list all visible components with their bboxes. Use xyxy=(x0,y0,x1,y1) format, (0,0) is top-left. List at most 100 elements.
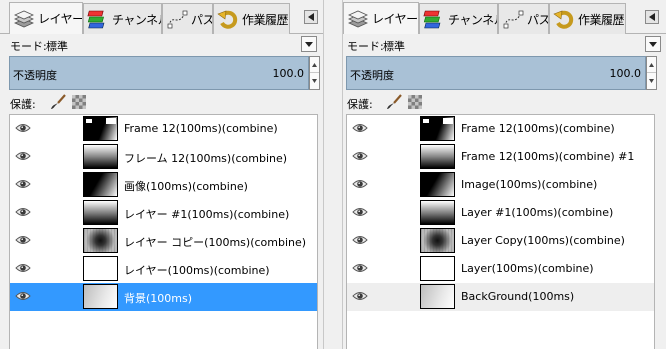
layer-thumbnail xyxy=(420,200,455,225)
eye-icon[interactable] xyxy=(15,262,31,274)
tab-label: レイヤー xyxy=(38,12,83,26)
chevron-down-icon xyxy=(649,41,657,47)
layer-row[interactable]: Layer Copy(100ms)(combine) xyxy=(347,227,654,255)
layer-row[interactable]: Frame 12(100ms)(combine) xyxy=(10,115,317,143)
arrow-up-icon xyxy=(312,62,317,67)
tab-label: チャンネル xyxy=(112,12,161,27)
eye-icon[interactable] xyxy=(15,206,31,218)
layer-list[interactable]: Frame 12(100ms)(combine) フレーム 12(100ms)(c… xyxy=(9,114,318,349)
tab-channels[interactable]: チャンネル xyxy=(419,3,498,34)
layer-thumbnail xyxy=(83,200,118,225)
layer-thumbnail xyxy=(83,116,118,141)
layer-row[interactable]: Layer #1(100ms)(combine) xyxy=(347,199,654,227)
layer-row[interactable]: 背景(100ms) xyxy=(10,283,317,311)
mode-select[interactable]: 標準 xyxy=(383,38,405,54)
tab-undo-history[interactable]: 作業履歴 xyxy=(213,3,290,34)
eye-icon[interactable] xyxy=(352,262,368,274)
eye-icon[interactable] xyxy=(352,150,368,162)
arrow-down-icon xyxy=(649,79,654,83)
tab-layers[interactable]: レイヤー xyxy=(343,2,419,34)
eye-icon[interactable] xyxy=(352,122,368,134)
layer-thumbnail xyxy=(420,144,455,169)
eye-icon[interactable] xyxy=(15,150,31,162)
opacity-slider[interactable]: 不透明度 100.0 xyxy=(346,56,646,90)
layer-name: Frame 12(100ms)(combine) xyxy=(124,122,278,135)
layers-icon xyxy=(348,10,368,27)
layer-thumbnail xyxy=(420,256,455,281)
layer-name: Layer #1(100ms)(combine) xyxy=(461,206,614,219)
layer-row[interactable]: フレーム 12(100ms)(combine) xyxy=(10,143,317,171)
chevron-down-icon xyxy=(305,41,313,47)
lock-alpha-checker-icon[interactable] xyxy=(408,95,422,109)
layer-row[interactable]: Image(100ms)(combine) xyxy=(347,171,654,199)
eye-icon[interactable] xyxy=(15,122,31,134)
triangle-left-icon xyxy=(308,13,314,21)
opacity-value: 100.0 xyxy=(609,67,642,80)
eye-icon[interactable] xyxy=(352,178,368,190)
layer-name: Layer Copy(100ms)(combine) xyxy=(461,234,625,247)
triangle-left-icon xyxy=(649,13,655,21)
tab-label: パス xyxy=(527,12,549,27)
dock-tab-bar: レイヤー チャンネル パス 作業履歴 xyxy=(343,0,666,34)
paths-icon xyxy=(167,10,188,29)
spin-up-button[interactable] xyxy=(310,57,319,73)
tab-label: レイヤー xyxy=(372,12,418,26)
tab-layers[interactable]: レイヤー xyxy=(9,2,83,34)
eye-icon[interactable] xyxy=(15,178,31,190)
layer-row[interactable]: Frame 12(100ms)(combine) #1 xyxy=(347,143,654,171)
mode-label: モード: xyxy=(10,40,47,53)
opacity-spinner[interactable] xyxy=(646,56,657,90)
layer-name: Image(100ms)(combine) xyxy=(461,178,598,191)
spin-down-button[interactable] xyxy=(310,73,319,89)
dock-tab-bar: レイヤー チャンネル パス 作業履歴 xyxy=(0,0,323,34)
layer-row[interactable]: レイヤー コピー(100ms)(combine) xyxy=(10,227,317,255)
dock-menu-button[interactable] xyxy=(645,10,659,24)
opacity-label: 不透明度 xyxy=(13,69,57,82)
spin-down-button[interactable] xyxy=(647,73,656,89)
eye-icon[interactable] xyxy=(15,234,31,246)
eye-icon[interactable] xyxy=(352,234,368,246)
tab-label: チャンネル xyxy=(448,12,497,27)
lock-pixels-brush-icon[interactable] xyxy=(50,94,68,110)
lock-alpha-checker-icon[interactable] xyxy=(72,95,86,109)
layer-thumbnail xyxy=(420,116,455,141)
dock-separator[interactable] xyxy=(323,0,343,349)
opacity-spinner[interactable] xyxy=(309,56,320,90)
opacity-value: 100.0 xyxy=(272,67,305,80)
layer-name: BackGround(100ms) xyxy=(461,290,575,303)
layer-row[interactable]: 画像(100ms)(combine) xyxy=(10,171,317,199)
undo-history-icon xyxy=(217,10,238,29)
tab-undo-history[interactable]: 作業履歴 xyxy=(549,3,626,34)
eye-icon[interactable] xyxy=(352,290,368,302)
layer-name: Frame 12(100ms)(combine) #1 xyxy=(461,150,635,163)
channels-icon xyxy=(423,10,441,29)
eye-icon[interactable] xyxy=(352,206,368,218)
layer-name: レイヤー(100ms)(combine) xyxy=(124,264,270,277)
layer-name: レイヤー コピー(100ms)(combine) xyxy=(124,236,307,249)
mode-dropdown-button[interactable] xyxy=(301,36,317,52)
layer-row[interactable]: Layer(100ms)(combine) xyxy=(347,255,654,283)
layer-row[interactable]: レイヤー #1(100ms)(combine) xyxy=(10,199,317,227)
protect-label: 保護: xyxy=(10,98,36,111)
layer-name: 画像(100ms)(combine) xyxy=(124,180,248,193)
layer-list[interactable]: Frame 12(100ms)(combine) Frame 12(100ms)(… xyxy=(346,114,655,349)
layer-thumbnail xyxy=(83,284,118,309)
layer-thumbnail xyxy=(83,172,118,197)
layer-row[interactable]: レイヤー(100ms)(combine) xyxy=(10,255,317,283)
mode-dropdown-button[interactable] xyxy=(645,36,661,52)
layer-thumbnail xyxy=(420,172,455,197)
eye-icon[interactable] xyxy=(15,290,31,302)
dock-menu-button[interactable] xyxy=(304,10,318,24)
spin-up-button[interactable] xyxy=(647,57,656,73)
tab-channels[interactable]: チャンネル xyxy=(83,3,162,34)
lock-pixels-brush-icon[interactable] xyxy=(386,94,404,110)
layer-thumbnail xyxy=(83,228,118,253)
layer-row[interactable]: Frame 12(100ms)(combine) xyxy=(347,115,654,143)
tab-paths[interactable]: パス xyxy=(162,3,213,34)
tab-paths[interactable]: パス xyxy=(498,3,549,34)
layer-row[interactable]: BackGround(100ms) xyxy=(347,283,654,311)
paths-icon xyxy=(503,10,524,29)
opacity-slider[interactable]: 不透明度 100.0 xyxy=(9,56,309,90)
mode-select[interactable]: 標準 xyxy=(46,38,68,54)
layers-icon xyxy=(14,10,34,27)
